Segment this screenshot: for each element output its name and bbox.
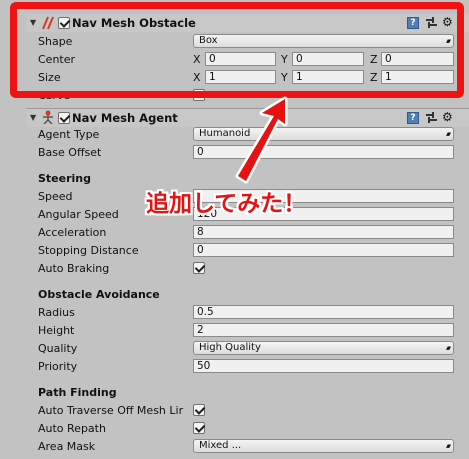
annotation-arrow <box>235 96 288 184</box>
annotation-text: 追加してみた！ <box>146 191 307 217</box>
